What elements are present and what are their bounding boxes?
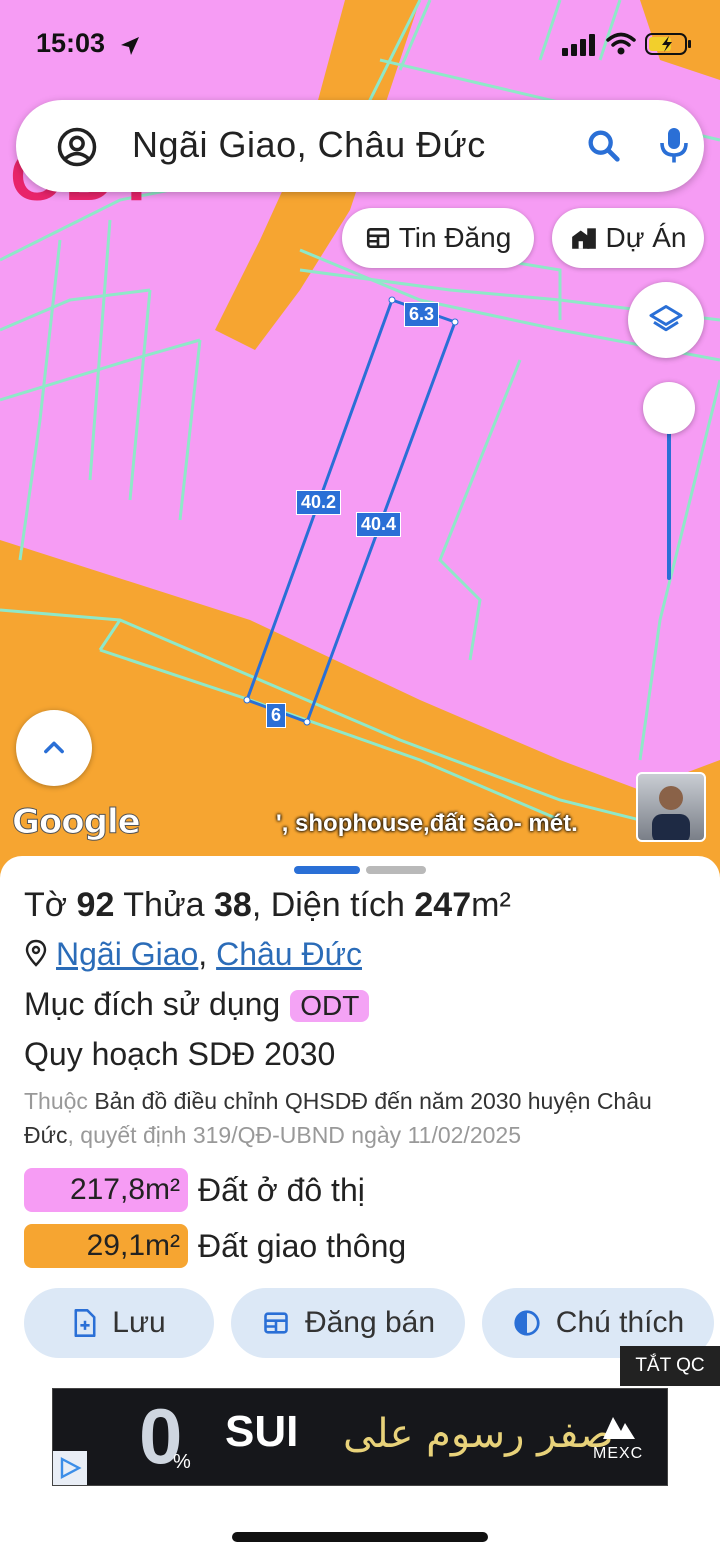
commune-link[interactable]: Ngãi Giao — [56, 936, 198, 972]
edge-label-top: 6.3 — [404, 302, 440, 327]
table-icon — [366, 228, 389, 248]
sheet-page-indicator[interactable] — [366, 866, 426, 874]
post-for-sale-button[interactable]: Đăng bán — [231, 1288, 465, 1358]
status-bar: 15:03 — [0, 0, 720, 90]
add-file-icon — [74, 1309, 96, 1337]
building-icon — [571, 228, 596, 249]
avatar-image — [652, 786, 690, 840]
search-icon[interactable] — [584, 126, 624, 166]
layers-button[interactable] — [628, 282, 704, 358]
parcel-info-sheet[interactable]: Tờ 92 Thửa 38, Diện tích 247m² Ngãi Giao… — [0, 856, 720, 1559]
marquee-text: ', shophouse,đất sào- mét. — [276, 810, 578, 837]
area-name: Đất ở đô thị — [198, 1171, 365, 1208]
du-an-label: Dự Án — [605, 222, 687, 253]
land-use-purpose: Mục đích sử dụng ODT — [24, 986, 370, 1023]
contrast-icon — [514, 1310, 540, 1336]
location-arrow-icon — [121, 37, 139, 55]
area-value: 29,1m² — [24, 1224, 188, 1268]
location-pin-icon — [25, 939, 47, 967]
chevron-up-icon — [44, 741, 64, 754]
ad-arabic-text: صفر رسوم على — [343, 1411, 614, 1457]
google-logo: Google — [12, 802, 142, 843]
parcel-title: Tờ 92 Thửa 38, Diện tích 247m² — [24, 886, 511, 924]
district-link[interactable]: Châu Đức — [216, 936, 362, 972]
edge-label-left: 40.2 — [296, 490, 342, 515]
search-input[interactable]: Ngãi Giao, Châu Đức — [132, 124, 486, 166]
ad-choices-icon[interactable] — [53, 1451, 87, 1485]
area-row-residential: 217,8m² Đất ở đô thị — [24, 1168, 365, 1212]
area-row-road: 29,1m² Đất giao thông — [24, 1224, 406, 1268]
tin-dang-chip[interactable]: Tin Đăng — [342, 208, 534, 268]
du-an-chip[interactable]: Dự Án — [552, 208, 704, 268]
land-use-badge: ODT — [290, 990, 370, 1022]
status-time: 15:03 — [36, 28, 106, 58]
home-indicator[interactable] — [232, 1532, 488, 1542]
area-name: Đất giao thông — [198, 1227, 407, 1264]
ad-sponsor: MEXC — [593, 1445, 644, 1462]
ad-banner[interactable]: 0 % SUI صفر رسوم على MEXC — [52, 1388, 668, 1486]
save-button[interactable]: Lưu — [24, 1288, 214, 1358]
mexc-logo-icon — [603, 1417, 635, 1439]
account-icon[interactable] — [56, 126, 98, 168]
wifi-icon — [606, 32, 636, 55]
ad-percent: % — [173, 1451, 191, 1473]
signal-icon — [562, 34, 595, 56]
edge-label-right: 40.4 — [356, 512, 402, 537]
tin-dang-label: Tin Đăng — [398, 222, 512, 253]
parcel-location: Ngãi Giao, Châu Đức — [24, 936, 362, 973]
avatar[interactable] — [636, 772, 706, 842]
layers-icon — [649, 305, 683, 332]
table-icon — [264, 1312, 288, 1334]
sheet-page-indicator-active[interactable] — [294, 866, 360, 874]
search-bar[interactable]: Ngãi Giao, Châu Đức — [16, 100, 704, 192]
edge-label-bottom: 6 — [266, 703, 287, 728]
microphone-icon[interactable] — [656, 124, 692, 168]
ad-brand: SUI — [225, 1407, 299, 1456]
hide-ads-button[interactable]: TẮT QC — [620, 1346, 720, 1386]
expand-sheet-button[interactable] — [16, 710, 92, 786]
area-value: 217,8m² — [24, 1168, 188, 1212]
zoom-slider-handle[interactable] — [643, 382, 695, 434]
plan-description: Thuộc Bản đồ điều chỉnh QHSDĐ đến năm 20… — [24, 1088, 652, 1148]
plan-title: Quy hoạch SDĐ 2030 — [24, 1036, 336, 1072]
battery-charging-icon — [645, 33, 691, 55]
